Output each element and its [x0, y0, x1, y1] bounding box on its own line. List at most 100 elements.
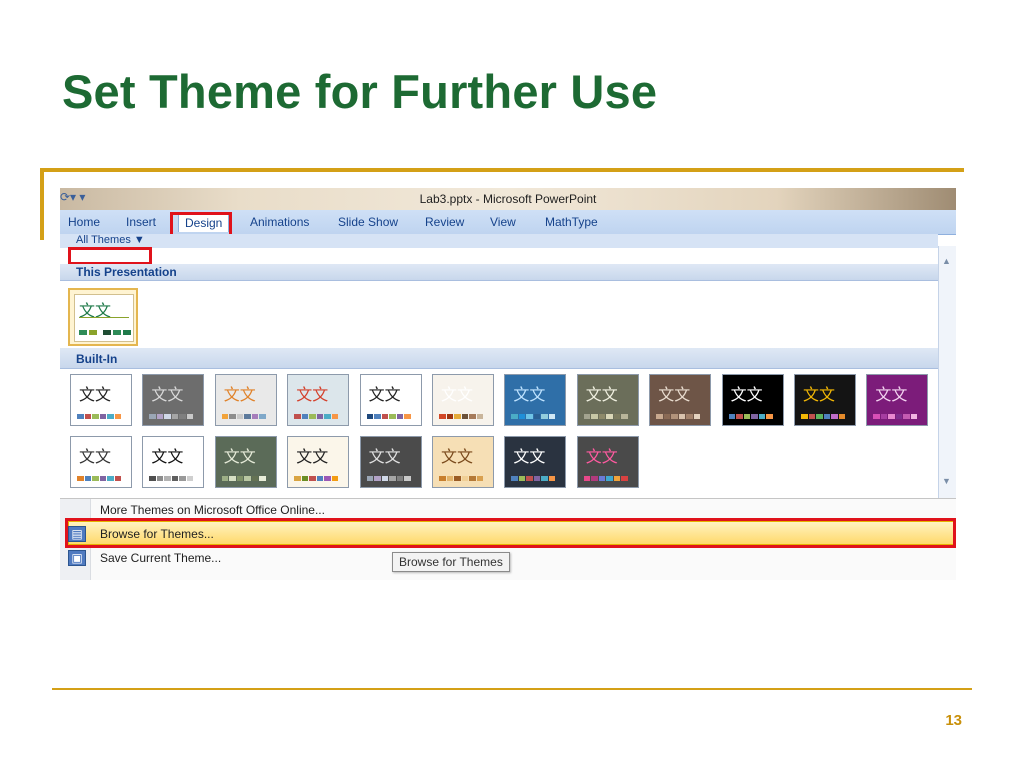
swatch	[439, 476, 446, 481]
scroll-down-arrow-icon[interactable]: ▼	[942, 476, 951, 486]
swatch	[461, 414, 468, 419]
swatch	[229, 476, 236, 481]
swatch	[693, 414, 701, 419]
swatch	[164, 476, 171, 481]
theme-thumbnail[interactable]: 文文	[70, 436, 132, 488]
theme-sample-text: 文文	[441, 385, 474, 404]
swatch	[888, 414, 895, 419]
theme-color-swatches	[149, 476, 194, 481]
theme-sample-text: 文文	[585, 385, 618, 404]
theme-color-swatches	[873, 414, 918, 419]
swatch	[99, 476, 106, 481]
swatch	[251, 476, 259, 481]
theme-sample-text: 文文	[79, 447, 112, 466]
swatch	[366, 414, 374, 419]
tab-review[interactable]: Review	[425, 215, 464, 229]
theme-thumbnail[interactable]: 文文	[866, 374, 929, 426]
swatch	[374, 476, 381, 481]
swatch	[221, 476, 229, 481]
swatch	[656, 414, 663, 419]
swatch	[816, 414, 823, 419]
theme-sample-text: 文文	[513, 385, 546, 404]
tab-mathtype[interactable]: MathType	[545, 215, 598, 229]
this-presentation-header: This Presentation	[60, 264, 938, 281]
theme-thumbnail[interactable]: 文文	[504, 436, 567, 488]
theme-color-swatches	[221, 476, 266, 481]
swatch	[92, 414, 99, 419]
theme-thumbnail[interactable]: 文文	[287, 374, 350, 426]
tab-slide-show[interactable]: Slide Show	[338, 215, 398, 229]
swatch	[831, 414, 838, 419]
swatch	[439, 414, 446, 419]
all-themes-highlight	[68, 247, 152, 265]
swatch	[366, 476, 374, 481]
gallery-scrollbar[interactable]	[938, 246, 956, 498]
swatch	[613, 476, 621, 481]
swatch	[324, 476, 331, 481]
theme-sample-text: 文文	[296, 447, 329, 466]
swatch	[309, 476, 316, 481]
swatch	[903, 414, 910, 419]
theme-sample-text: 文文	[79, 385, 112, 404]
browse-themes-tooltip: Browse for Themes	[392, 552, 510, 572]
swatch	[186, 414, 194, 419]
swatch	[396, 476, 404, 481]
swatch	[179, 414, 186, 419]
swatch	[331, 476, 339, 481]
swatch	[766, 414, 773, 419]
swatch	[511, 414, 518, 419]
theme-thumbnail[interactable]: 文文	[214, 374, 277, 426]
swatch	[583, 414, 591, 419]
swatch	[149, 414, 156, 419]
theme-thumbnail[interactable]: 文文	[359, 374, 422, 426]
swatch	[873, 414, 880, 419]
theme-thumbnail[interactable]: 文文	[794, 374, 856, 426]
more-themes-online-item[interactable]: More Themes on Microsoft Office Online..…	[100, 503, 325, 517]
theme-thumbnail[interactable]: 文文	[576, 374, 639, 426]
theme-color-swatches	[77, 476, 121, 481]
swatch	[736, 414, 743, 419]
theme-thumbnail[interactable]: 文文	[432, 374, 494, 426]
theme-thumbnail[interactable]: 文文	[70, 374, 132, 426]
theme-sample-text: 文文	[223, 385, 256, 404]
all-themes-dropdown[interactable]: All Themes ▼	[76, 234, 145, 246]
theme-thumbnail[interactable]: 文文	[576, 436, 639, 488]
theme-thumbnail[interactable]: 文文	[287, 436, 350, 488]
swatch	[294, 414, 301, 419]
swatch	[476, 414, 483, 419]
theme-thumbnail[interactable]: 文文	[432, 436, 494, 488]
swatch	[179, 476, 186, 481]
theme-thumbnail[interactable]: 文文	[214, 436, 277, 488]
tab-view[interactable]: View	[490, 215, 516, 229]
theme-thumbnail[interactable]: 文文	[142, 374, 205, 426]
tab-animations[interactable]: Animations	[250, 215, 309, 229]
swatch	[114, 414, 121, 419]
swatch	[838, 414, 845, 419]
theme-thumbnail[interactable]: 文文	[504, 374, 567, 426]
scroll-up-arrow-icon[interactable]: ▲	[942, 256, 951, 266]
swatch	[84, 476, 91, 481]
tab-insert[interactable]: Insert	[126, 215, 156, 229]
theme-thumbnail[interactable]: 文文	[649, 374, 712, 426]
theme-thumbnail[interactable]: 文文	[359, 436, 422, 488]
current-theme-thumbnail[interactable]: 文文	[68, 288, 138, 346]
swatch	[89, 330, 97, 335]
swatch	[84, 414, 91, 419]
swatch	[259, 414, 266, 419]
tab-home[interactable]: Home	[68, 215, 100, 229]
theme-color-swatches	[728, 414, 773, 419]
swatch	[910, 414, 918, 419]
save-theme-icon: ▣	[68, 550, 86, 566]
swatch	[621, 476, 628, 481]
built-in-header: Built-In	[60, 348, 938, 369]
swatch	[686, 414, 693, 419]
theme-thumbnail[interactable]: 文文	[142, 436, 205, 488]
theme-sample-text: 文文	[585, 447, 618, 466]
swatch	[259, 476, 266, 481]
theme-thumbnail[interactable]: 文文	[721, 374, 784, 426]
window-title: Lab3.pptx - Microsoft PowerPoint	[419, 192, 597, 206]
swatch	[107, 476, 114, 481]
theme-sample-text: 文文	[875, 385, 908, 404]
swatch	[446, 414, 453, 419]
save-current-theme-item[interactable]: Save Current Theme...	[100, 551, 221, 565]
